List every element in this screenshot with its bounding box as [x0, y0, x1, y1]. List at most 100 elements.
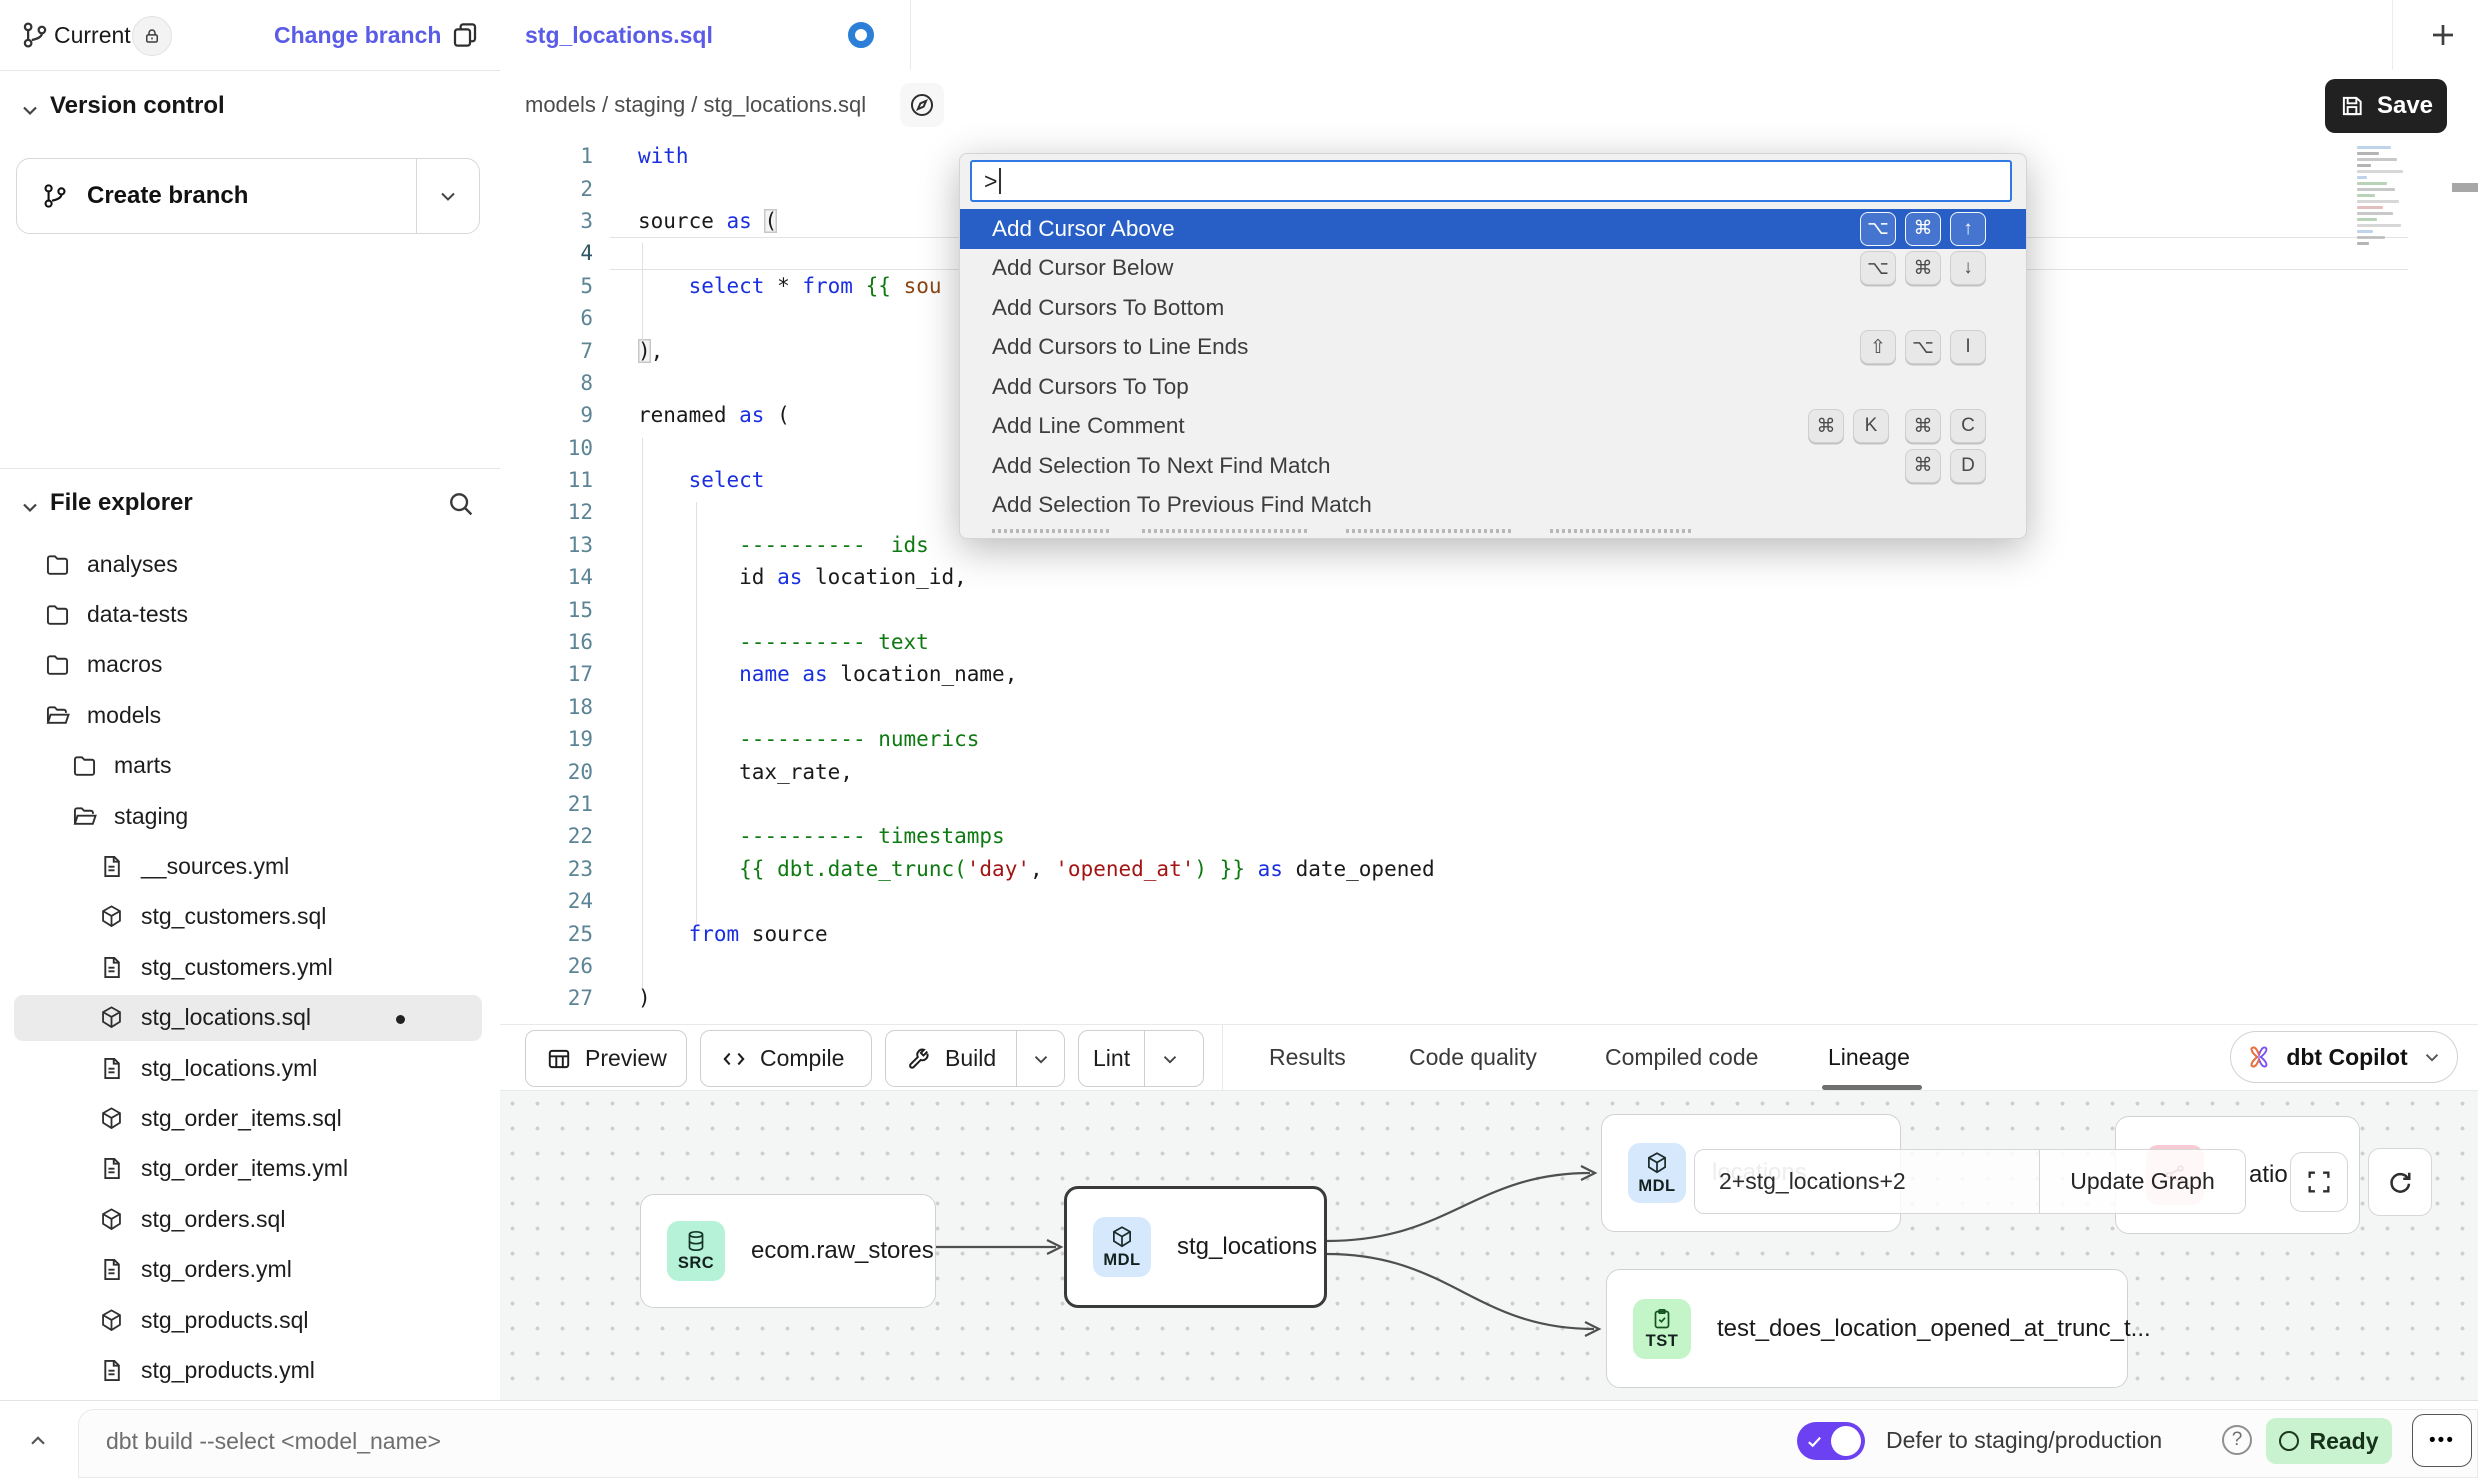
- file-item-marts[interactable]: marts: [0, 741, 500, 791]
- file-item-stg_orders.yml[interactable]: stg_orders.yml: [0, 1244, 500, 1294]
- create-branch-dropdown[interactable]: [416, 159, 479, 233]
- more-options-button[interactable]: •••: [2412, 1414, 2472, 1467]
- search-icon[interactable]: [446, 489, 476, 519]
- code-line-27[interactable]: 27): [500, 982, 2478, 1014]
- file-item-stg_products.sql[interactable]: stg_products.sql: [0, 1295, 500, 1345]
- code-line-14[interactable]: 14 id as location_id,: [500, 561, 2478, 593]
- version-control-header[interactable]: Version control: [0, 88, 500, 128]
- refresh-button[interactable]: [2368, 1148, 2432, 1216]
- branch-lock-badge: [132, 16, 172, 56]
- preview-button[interactable]: Preview: [525, 1030, 687, 1087]
- file-item-staging[interactable]: staging: [0, 791, 500, 841]
- code-line-22[interactable]: 22 ---------- timestamps: [500, 820, 2478, 852]
- line-number: 6: [500, 306, 593, 330]
- code-line-23[interactable]: 23 {{ dbt.date_trunc('day', 'opened_at')…: [500, 853, 2478, 885]
- file-item-stg_order_items.sql[interactable]: stg_order_items.sql: [0, 1093, 500, 1143]
- file-label: staging: [114, 803, 188, 830]
- dbt-command-input[interactable]: [104, 1415, 1008, 1467]
- lock-icon: [143, 27, 161, 45]
- save-button[interactable]: Save: [2325, 79, 2447, 133]
- code-line-17[interactable]: 17 name as location_name,: [500, 658, 2478, 690]
- file-item-stg_locations.sql[interactable]: stg_locations.sql: [0, 993, 500, 1043]
- lineage-selector-input[interactable]: 2+stg_locations+2: [1694, 1149, 2040, 1214]
- code-line-26[interactable]: 26: [500, 950, 2478, 982]
- code-line-16[interactable]: 16 ---------- text: [500, 626, 2478, 658]
- lint-dropdown[interactable]: [1144, 1031, 1195, 1086]
- tab-lineage[interactable]: Lineage: [1828, 1025, 1910, 1089]
- command-item[interactable]: Add Cursors To Top: [960, 367, 2026, 407]
- file-item-models[interactable]: models: [0, 690, 500, 740]
- compile-button[interactable]: Compile: [700, 1030, 872, 1087]
- build-button[interactable]: Build: [885, 1030, 1065, 1087]
- code-line-19[interactable]: 19 ---------- numerics: [500, 723, 2478, 755]
- command-item[interactable]: Add Line Comment⌘K⌘C: [960, 407, 2026, 447]
- update-graph-button[interactable]: Update Graph: [2040, 1149, 2246, 1214]
- breadcrumb-row: models / staging / stg_locations.sql Sav…: [500, 70, 2478, 141]
- copy-icon[interactable]: [450, 20, 480, 50]
- tab-results[interactable]: Results: [1269, 1025, 1346, 1089]
- command-item[interactable]: Add Selection To Next Find Match⌘D: [960, 446, 2026, 486]
- command-label: Add Cursor Below: [992, 255, 1860, 281]
- tab-code-quality[interactable]: Code quality: [1409, 1025, 1537, 1089]
- file-item-stg_customers.sql[interactable]: stg_customers.sql: [0, 892, 500, 942]
- change-branch-link[interactable]: Change branch: [274, 0, 441, 70]
- lineage-node-source[interactable]: SRC ecom.raw_stores: [640, 1194, 936, 1308]
- fullscreen-button[interactable]: [2290, 1152, 2348, 1212]
- code-line-20[interactable]: 20 tax_rate,: [500, 755, 2478, 787]
- scrollbar-mark[interactable]: [2452, 183, 2478, 192]
- line-content: tax_rate,: [593, 760, 853, 784]
- command-item[interactable]: Add Cursors To Bottom: [960, 288, 2026, 328]
- git-branch-icon: [20, 20, 50, 50]
- file-item-analyses[interactable]: analyses: [0, 539, 500, 589]
- file-explorer-header[interactable]: File explorer: [0, 483, 500, 527]
- folder-icon: [44, 551, 71, 578]
- cube-icon: [98, 903, 125, 930]
- line-number: 22: [500, 824, 593, 848]
- file-item-data-tests[interactable]: data-tests: [0, 589, 500, 639]
- lint-button[interactable]: Lint: [1078, 1030, 1204, 1087]
- file-item-stg_order_items.yml[interactable]: stg_order_items.yml: [0, 1144, 500, 1194]
- line-number: 12: [500, 500, 593, 524]
- code-line-15[interactable]: 15: [500, 593, 2478, 625]
- defer-toggle[interactable]: [1797, 1422, 1865, 1460]
- lineage-canvas[interactable]: MDL locations atio SRC ecom.raw_stores M…: [500, 1091, 2478, 1400]
- create-branch-button[interactable]: Create branch: [16, 158, 480, 234]
- chevron-up-icon[interactable]: [18, 1421, 58, 1461]
- check-icon: [1806, 1433, 1823, 1450]
- tab-compiled-code[interactable]: Compiled code: [1605, 1025, 1758, 1089]
- editor-tab-bar: stg_locations.sql: [500, 0, 2478, 71]
- command-item[interactable]: Add Cursor Below⌥⌘↓: [960, 249, 2026, 289]
- command-list: Add Cursor Above⌥⌘↑Add Cursor Below⌥⌘↓Ad…: [960, 209, 2026, 525]
- command-palette-input[interactable]: >: [970, 160, 2012, 202]
- cube-icon: [1644, 1150, 1670, 1176]
- dbt-copilot-button[interactable]: dbt Copilot: [2230, 1031, 2458, 1083]
- tab-stg-locations-sql[interactable]: stg_locations.sql: [500, 0, 911, 70]
- code-line-21[interactable]: 21: [500, 788, 2478, 820]
- lineage-node-stg-locations[interactable]: MDL stg_locations: [1064, 1186, 1327, 1308]
- folder-icon: [44, 601, 71, 628]
- file-label: analyses: [87, 551, 178, 578]
- compass-icon[interactable]: [900, 83, 944, 127]
- lineage-node-test[interactable]: TST test_does_location_opened_at_trunc_t…: [1606, 1269, 2128, 1388]
- minimap[interactable]: [2357, 146, 2412, 336]
- command-item[interactable]: Add Cursors to Line Ends⇧⌥I: [960, 328, 2026, 368]
- file-item-stg_products.yml[interactable]: stg_products.yml: [0, 1345, 500, 1395]
- code-line-25[interactable]: 25 from source: [500, 917, 2478, 949]
- code-line-24[interactable]: 24: [500, 885, 2478, 917]
- sidebar: Current Change branch Version control Cr…: [0, 0, 501, 1400]
- build-dropdown[interactable]: [1016, 1031, 1064, 1086]
- keycap: ⌥: [1905, 330, 1941, 364]
- file-item-stg_orders.sql[interactable]: stg_orders.sql: [0, 1194, 500, 1244]
- command-item[interactable]: Add Selection To Previous Find Match: [960, 486, 2026, 526]
- file-item-macros[interactable]: macros: [0, 640, 500, 690]
- file-item-stg_locations.yml[interactable]: stg_locations.yml: [0, 1043, 500, 1093]
- code-line-18[interactable]: 18: [500, 691, 2478, 723]
- help-icon[interactable]: ?: [2222, 1425, 2252, 1455]
- dbt-ide: Current Change branch Version control Cr…: [0, 0, 2478, 1478]
- file-item-__sources.yml[interactable]: __sources.yml: [0, 841, 500, 891]
- file-item-stg_customers.yml[interactable]: stg_customers.yml: [0, 942, 500, 992]
- keycap: ⌘: [1905, 212, 1941, 246]
- new-tab-button[interactable]: [2424, 16, 2462, 54]
- table-icon: [546, 1046, 572, 1072]
- command-item[interactable]: Add Cursor Above⌥⌘↑: [960, 209, 2026, 249]
